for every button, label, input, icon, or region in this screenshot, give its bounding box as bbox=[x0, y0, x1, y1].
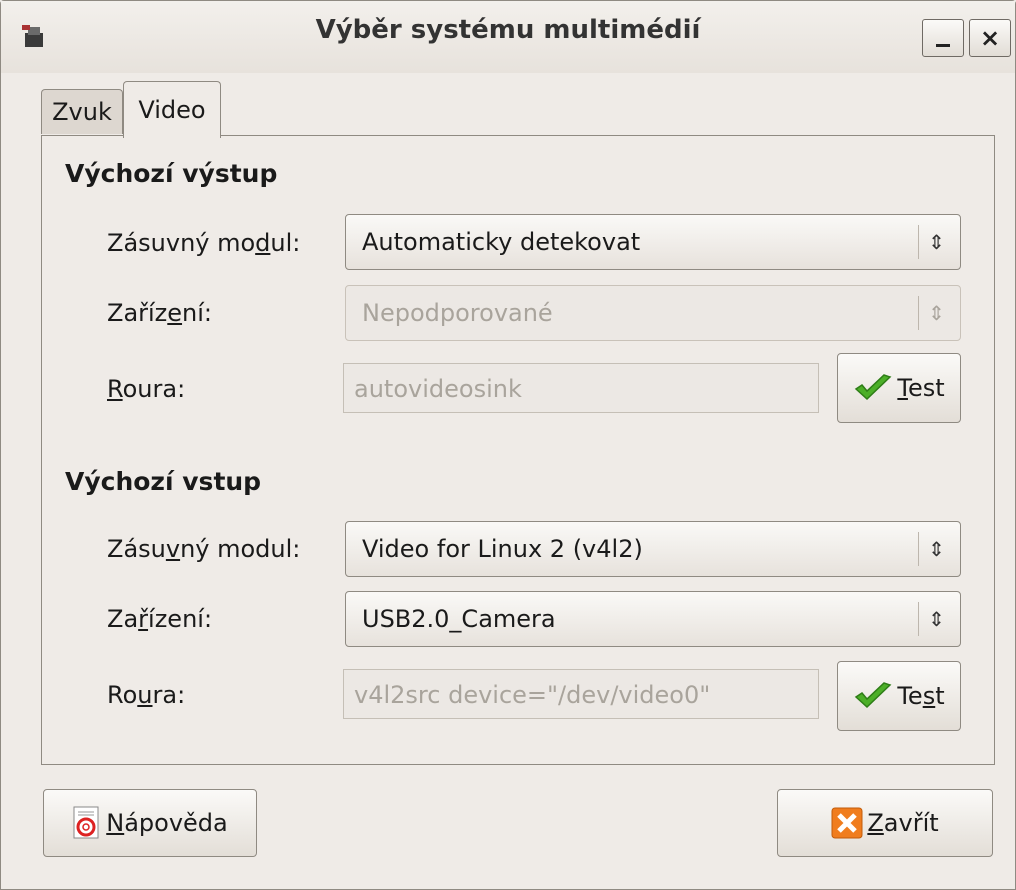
close-label: Zavřít bbox=[867, 809, 939, 837]
input-plugin-label: Zásuvný modul: bbox=[107, 535, 301, 563]
output-plugin-combo[interactable]: Automaticky detekovat ⇕ bbox=[345, 214, 961, 270]
close-icon: × bbox=[979, 24, 1001, 52]
input-device-label: Zařízení: bbox=[107, 605, 213, 633]
minimize-button[interactable] bbox=[922, 19, 964, 57]
help-button[interactable]: Nápověda bbox=[43, 789, 257, 857]
input-pipeline-label: Roura: bbox=[107, 681, 186, 709]
combo-separator bbox=[918, 602, 919, 636]
input-heading: Výchozí vstup bbox=[65, 467, 262, 496]
window-close-button[interactable]: × bbox=[969, 19, 1011, 57]
input-device-value: USB2.0_Camera bbox=[362, 605, 556, 633]
checkmark-icon bbox=[853, 373, 893, 403]
tab-video[interactable]: Video bbox=[123, 81, 221, 138]
combo-arrows-icon: ⇕ bbox=[928, 537, 945, 561]
output-pipeline-label: Roura: bbox=[107, 375, 186, 403]
input-plugin-value: Video for Linux 2 (v4l2) bbox=[362, 535, 643, 563]
output-heading: Výchozí výstup bbox=[65, 159, 278, 188]
input-pipeline-input[interactable]: v4l2src device="/dev/video0" bbox=[343, 669, 819, 719]
input-plugin-combo[interactable]: Video for Linux 2 (v4l2) ⇕ bbox=[345, 521, 961, 577]
output-device-value: Nepodporované bbox=[362, 299, 553, 327]
checkmark-icon bbox=[853, 681, 893, 711]
title-bar[interactable]: Výběr systému multimédií × bbox=[1, 1, 1015, 73]
output-plugin-value: Automaticky detekovat bbox=[362, 228, 641, 256]
close-dialog-button[interactable]: Zavřít bbox=[777, 789, 993, 857]
minimize-icon bbox=[936, 43, 950, 47]
input-test-label: Test bbox=[897, 682, 945, 710]
window-title: Výběr systému multimédií bbox=[315, 15, 701, 45]
output-device-label: Zařízení: bbox=[107, 299, 213, 327]
combo-separator bbox=[918, 532, 919, 566]
output-device-combo[interactable]: Nepodporované ⇕ bbox=[345, 285, 961, 341]
output-plugin-label: Zásuvný modul: bbox=[107, 229, 301, 257]
combo-arrows-icon: ⇕ bbox=[928, 230, 945, 254]
combo-arrows-icon: ⇕ bbox=[928, 607, 945, 631]
input-test-button[interactable]: Test bbox=[837, 661, 961, 731]
combo-separator bbox=[918, 225, 919, 259]
close-x-icon bbox=[831, 807, 863, 839]
combo-separator bbox=[918, 296, 919, 330]
help-label: Nápověda bbox=[106, 809, 228, 837]
dialog-window: Výběr systému multimédií × Zvuk Video Vý… bbox=[0, 0, 1016, 890]
output-test-button[interactable]: Test bbox=[837, 353, 961, 423]
tab-zvuk[interactable]: Zvuk bbox=[41, 89, 123, 134]
input-device-combo[interactable]: USB2.0_Camera ⇕ bbox=[345, 591, 961, 647]
combo-arrows-icon: ⇕ bbox=[928, 301, 945, 325]
lifebuoy-icon bbox=[72, 806, 102, 840]
output-pipeline-input[interactable]: autovideosink bbox=[343, 363, 819, 413]
output-test-label: Test bbox=[897, 374, 945, 402]
